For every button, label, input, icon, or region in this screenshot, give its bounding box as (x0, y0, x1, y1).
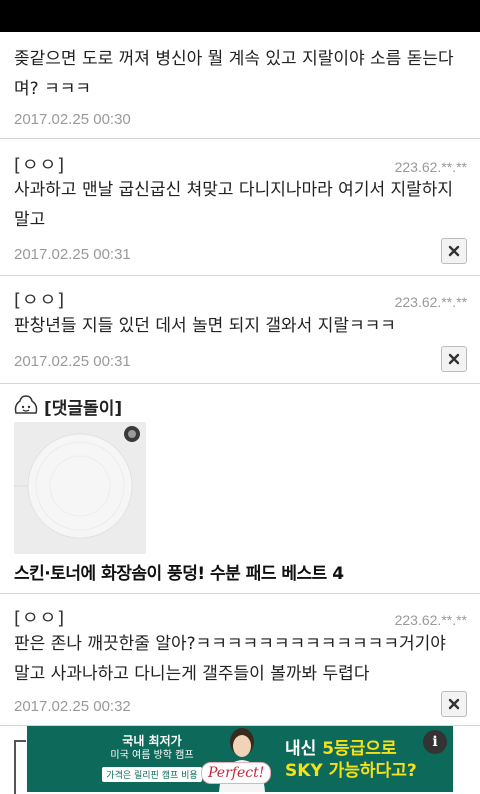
banner-headline-a: 내신 (285, 739, 323, 759)
sponsored-post[interactable]: [댓글돌이] 스킨·토너에 화장솜이 풍덩! 수분 패드 베스트 4 (0, 384, 480, 594)
cotton-pad-image (14, 422, 146, 554)
comment-author: [ㅇㅇ] (14, 290, 66, 311)
banner-headline-c: SKY 가능하다고? (285, 761, 417, 781)
comment-date: 2017.02.25 00:32 (14, 698, 131, 715)
sponsored-title[interactable]: 스킨·토너에 화장솜이 풍덩! 수분 패드 베스트 4 (14, 559, 344, 584)
close-icon (448, 353, 460, 365)
banner-ad[interactable]: 국내 최저가 미국 여름 방학 캠프 가격은 릴리핀 캠프 비용 Perfect… (27, 726, 453, 792)
comment-text: 사과하고 맨날 굽신굽신 쳐맞고 다니지나마라 여기서 지랄하지말고 (14, 180, 454, 230)
comment-item: [ㅇㅇ] 223.62.**.** 판창년들 지들 있던 데서 놀면 되지 갤와… (0, 276, 480, 384)
comment-date: 2017.02.25 00:31 (14, 353, 131, 370)
ad-info-icon[interactable]: i (423, 730, 447, 754)
comment-date: 2017.02.25 00:30 (14, 111, 131, 128)
banner-perfect: Perfect! (201, 762, 272, 784)
banner-line1: 국내 최저가 (122, 734, 182, 748)
comment-text: 좆같으면 도로 꺼져 병신아 뭘 계속 있고 지랄이야 소름 돋는다며? ㅋㅋㅋ (14, 49, 454, 99)
delete-button[interactable] (441, 346, 467, 372)
sponsored-thumbnail[interactable] (14, 422, 146, 554)
comment-item: [ㅇㅇ] 223.62.**.** 사과하고 맨날 굽신굽신 쳐맞고 다니지나마… (0, 139, 480, 276)
delete-button[interactable] (441, 691, 467, 717)
comment-author: [ㅇㅇ] (14, 155, 66, 176)
next-comment-edge (14, 740, 26, 794)
smiley-icon (14, 395, 38, 414)
banner-headline: 내신 5등급으로 SKY 가능하다고? (285, 738, 445, 782)
comment-ip: 223.62.**.** (394, 294, 467, 310)
banner-line3: 가격은 릴리핀 캠프 비용 (102, 767, 202, 782)
comment-item: 좆같으면 도로 꺼져 병신아 뭘 계속 있고 지랄이야 소름 돋는다며? ㅋㅋㅋ… (0, 32, 480, 139)
comment-date: 2017.02.25 00:31 (14, 246, 131, 263)
comment-text: 판창년들 지들 있던 데서 놀면 되지 갤와서 지랄ㅋㅋㅋ (14, 316, 396, 336)
close-icon (448, 245, 460, 257)
comment-author: [ㅇㅇ] (14, 608, 66, 629)
comment-ip: 223.62.**.** (394, 612, 467, 628)
delete-button[interactable] (441, 238, 467, 264)
status-bar (0, 0, 480, 32)
close-icon (448, 698, 460, 710)
sponsored-label: [댓글돌이] (44, 399, 123, 419)
banner-headline-b: 5등급으로 (322, 739, 397, 759)
comment-item: [ㅇㅇ] 223.62.**.** 판은 존나 깨끗한줄 알아?ㅋㅋㅋㅋㅋㅋㅋㅋ… (0, 594, 480, 726)
banner-left-text: 국내 최저가 미국 여름 방학 캠프 가격은 릴리핀 캠프 비용 (97, 734, 207, 782)
comment-ip: 223.62.**.** (394, 159, 467, 175)
banner-line2: 미국 여름 방학 캠프 (110, 750, 194, 761)
comment-text: 판은 존나 깨끗한줄 알아?ㅋㅋㅋㅋㅋㅋㅋㅋㅋㅋㅋㅋㅋ거기야 말고 사과나하고 … (14, 634, 446, 684)
